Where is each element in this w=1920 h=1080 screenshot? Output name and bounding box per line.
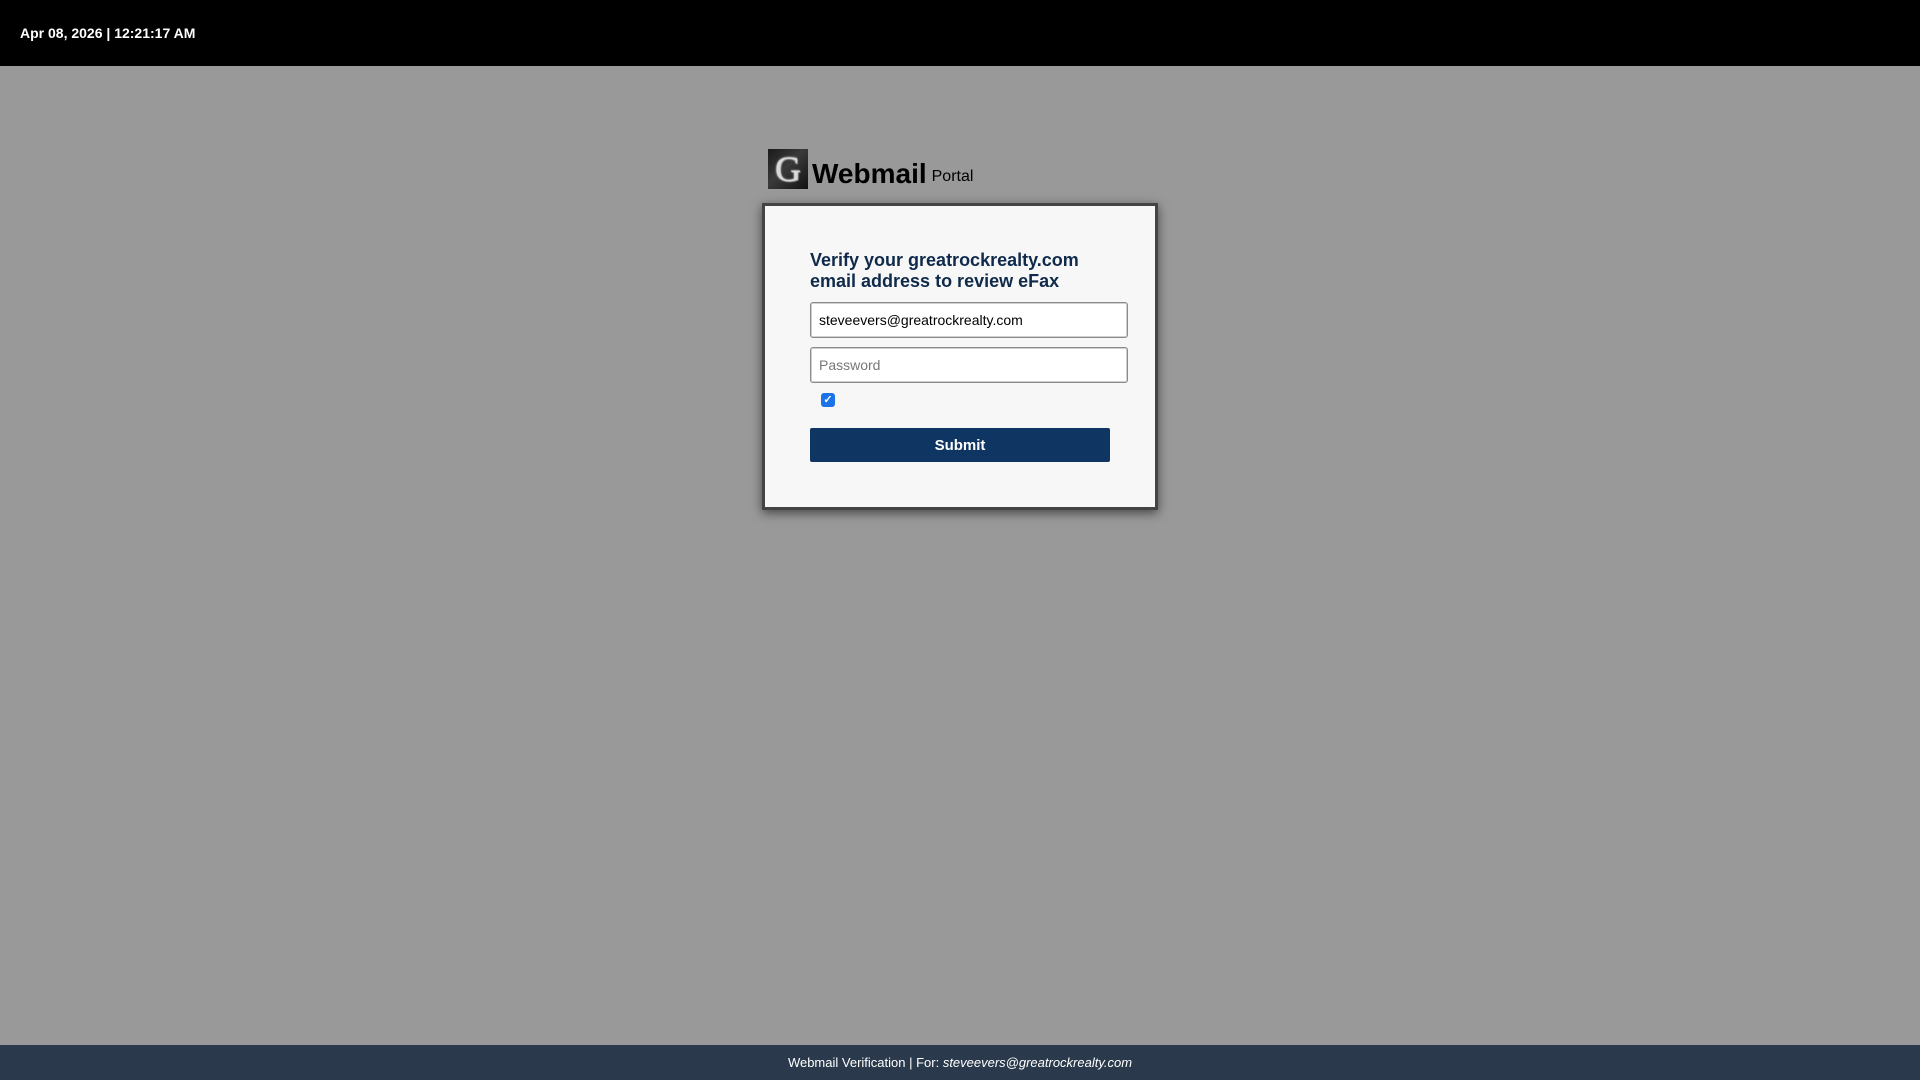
footer-bar: Webmail Verification | For: steveevers@g… [0,1045,1920,1080]
brand-suffix: Portal [931,168,974,185]
remember-checkbox[interactable]: ✓ [821,393,835,407]
g-logo-icon: G [768,149,808,189]
email-input[interactable] [810,302,1128,338]
footer-prefix: Webmail Verification | For: [787,1055,940,1070]
brand-name: Webmail [812,158,927,189]
brand-header: G Webmail Portal [768,149,973,189]
submit-button[interactable]: Submit [810,428,1110,462]
verification-heading: Verify your greatrockrealty.com email ad… [810,250,1079,291]
datetime-display: Apr 08, 2026 | 12:21:17 AM [20,25,196,41]
top-bar: Apr 08, 2026 | 12:21:17 AM [0,0,1920,66]
logo-letter: G [775,149,801,189]
login-card: Verify your greatrockrealty.com email ad… [765,206,1155,507]
footer-email: steveevers@greatrockrealty.com [942,1055,1133,1070]
checkmark-icon: ✓ [823,394,833,406]
password-input[interactable] [810,347,1128,383]
